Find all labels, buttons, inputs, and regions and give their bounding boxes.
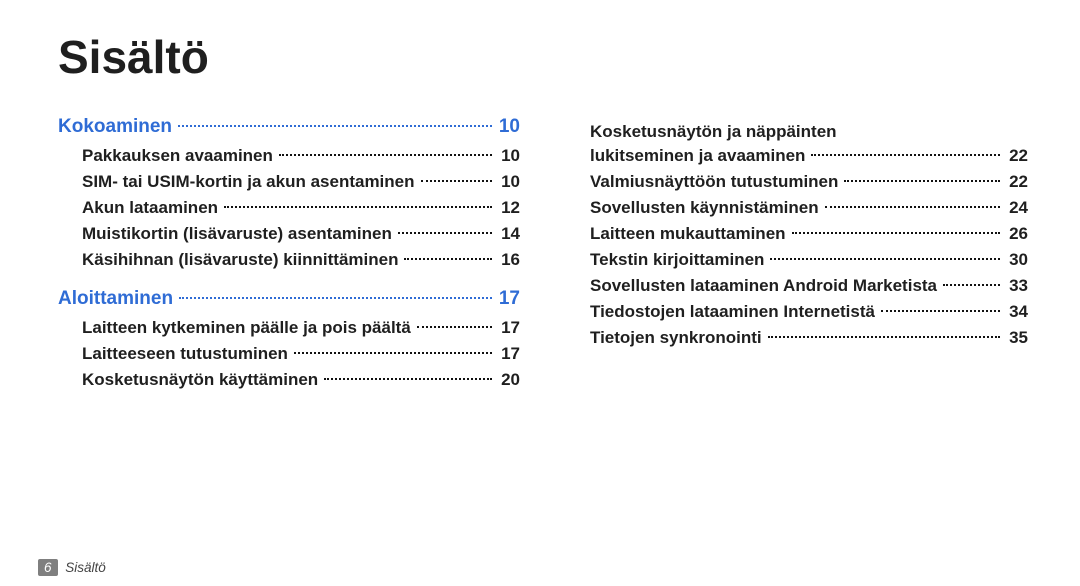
toc-page: 30 (1006, 250, 1028, 270)
toc-label: Tekstin kirjoittaminen (590, 250, 764, 270)
toc-label: Käsihihnan (lisävaruste) kiinnittäminen (82, 250, 398, 270)
toc-page: 20 (498, 370, 520, 390)
section-kokoaminen[interactable]: Kokoaminen 10 (58, 116, 520, 138)
toc-label: Pakkauksen avaaminen (82, 146, 273, 166)
toc-page: 14 (498, 224, 520, 244)
toc-label: Akun lataaminen (82, 198, 218, 218)
dot-leader (404, 258, 492, 260)
toc-label: Sovellusten käynnistäminen (590, 198, 819, 218)
toc-entry-line2[interactable]: lukitseminen ja avaaminen 22 (566, 146, 1028, 166)
dot-leader (279, 154, 492, 156)
dot-leader (324, 378, 492, 380)
dot-leader (224, 206, 492, 208)
section-label: Aloittaminen (58, 288, 173, 310)
toc-entry[interactable]: Muistikortin (lisävaruste) asentaminen 1… (58, 224, 520, 244)
toc-page: 26 (1006, 224, 1028, 244)
toc-page: 16 (498, 250, 520, 270)
toc-entry[interactable]: Laitteeseen tutustuminen 17 (58, 344, 520, 364)
dot-leader (768, 336, 1000, 338)
right-column: Kosketusnäytön ja näppäinten lukitsemine… (566, 116, 1028, 396)
dot-leader (881, 310, 1000, 312)
page-title: Sisältö (58, 30, 1028, 84)
dot-leader (179, 297, 492, 299)
toc-label: Laitteeseen tutustuminen (82, 344, 288, 364)
toc-label: Tietojen synkronointi (590, 328, 762, 348)
toc-label: Kosketusnäytön käyttäminen (82, 370, 318, 390)
dot-leader (943, 284, 1000, 286)
toc-entry[interactable]: Sovellusten lataaminen Android Marketist… (566, 276, 1028, 296)
toc-label: Laitteen kytkeminen päälle ja pois päält… (82, 318, 411, 338)
section-label: Kokoaminen (58, 116, 172, 138)
toc-entry[interactable]: Kosketusnäytön ja näppäinten (566, 122, 1028, 142)
toc-label: Valmiusnäyttöön tutustuminen (590, 172, 838, 192)
toc-label: SIM- tai USIM-kortin ja akun asentaminen (82, 172, 415, 192)
toc-label: lukitseminen ja avaaminen (590, 146, 805, 166)
toc-label: Kosketusnäytön ja näppäinten (590, 122, 837, 142)
section-page: 17 (498, 288, 520, 310)
toc-entry[interactable]: Sovellusten käynnistäminen 24 (566, 198, 1028, 218)
section-aloittaminen[interactable]: Aloittaminen 17 (58, 288, 520, 310)
dot-leader (417, 326, 492, 328)
dot-leader (294, 352, 492, 354)
dot-leader (844, 180, 1000, 182)
toc-entry[interactable]: Laitteen mukauttaminen 26 (566, 224, 1028, 244)
section-page: 10 (498, 116, 520, 138)
toc-entry[interactable]: Tiedostojen lataaminen Internetistä 34 (566, 302, 1028, 322)
toc-entry[interactable]: SIM- tai USIM-kortin ja akun asentaminen… (58, 172, 520, 192)
toc-page: 35 (1006, 328, 1028, 348)
toc-page: 17 (498, 344, 520, 364)
toc-entry[interactable]: Kosketusnäytön käyttäminen 20 (58, 370, 520, 390)
footer-doc-title: Sisältö (65, 560, 106, 575)
dot-leader (178, 125, 492, 127)
toc-page: 34 (1006, 302, 1028, 322)
toc-label: Tiedostojen lataaminen Internetistä (590, 302, 875, 322)
dot-leader (811, 154, 1000, 156)
dot-leader (421, 180, 492, 182)
toc-columns: Kokoaminen 10 Pakkauksen avaaminen 10 SI… (58, 116, 1028, 396)
toc-entry[interactable]: Laitteen kytkeminen päälle ja pois päält… (58, 318, 520, 338)
toc-label: Sovellusten lataaminen Android Marketist… (590, 276, 937, 296)
toc-entry[interactable]: Valmiusnäyttöön tutustuminen 22 (566, 172, 1028, 192)
toc-page: 10 (498, 172, 520, 192)
dot-leader (792, 232, 1000, 234)
toc-entry[interactable]: Akun lataaminen 12 (58, 198, 520, 218)
toc-entry[interactable]: Tekstin kirjoittaminen 30 (566, 250, 1028, 270)
toc-entry[interactable]: Tietojen synkronointi 35 (566, 328, 1028, 348)
footer-page-number: 6 (38, 559, 58, 576)
toc-page: 22 (1006, 146, 1028, 166)
toc-label: Laitteen mukauttaminen (590, 224, 786, 244)
toc-label: Muistikortin (lisävaruste) asentaminen (82, 224, 392, 244)
toc-page: 22 (1006, 172, 1028, 192)
toc-page: 10 (498, 146, 520, 166)
toc-entry[interactable]: Pakkauksen avaaminen 10 (58, 146, 520, 166)
toc-page: 17 (498, 318, 520, 338)
toc-page: 33 (1006, 276, 1028, 296)
dot-leader (770, 258, 1000, 260)
left-column: Kokoaminen 10 Pakkauksen avaaminen 10 SI… (58, 116, 520, 396)
dot-leader (825, 206, 1000, 208)
toc-entry[interactable]: Käsihihnan (lisävaruste) kiinnittäminen … (58, 250, 520, 270)
toc-page: 24 (1006, 198, 1028, 218)
dot-leader (398, 232, 492, 234)
toc-page: 12 (498, 198, 520, 218)
page-footer: 6 Sisältö (38, 559, 106, 576)
